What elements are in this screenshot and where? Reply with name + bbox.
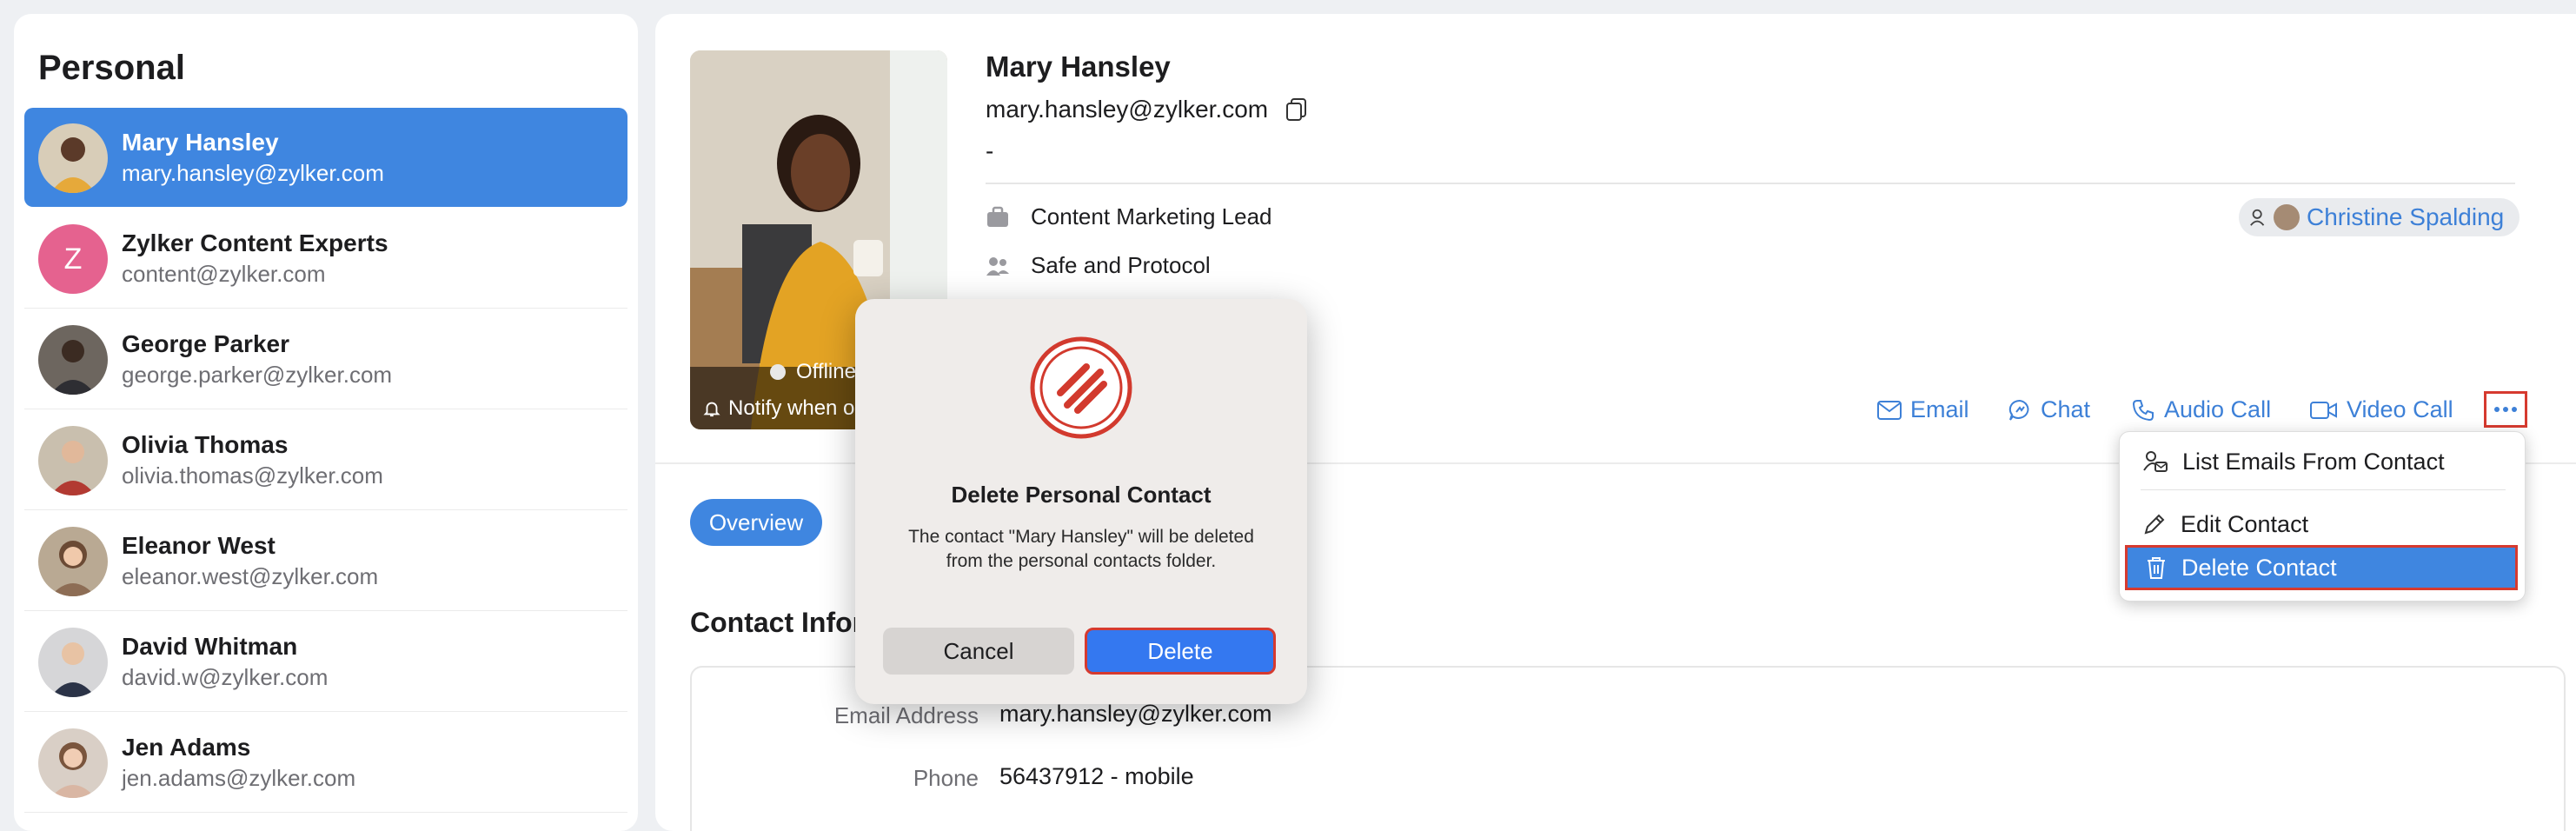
contact-phone-placeholder: - — [986, 137, 994, 164]
contact-name: Mary Hansley — [122, 129, 279, 156]
department-row: Safe and Protocol — [986, 252, 1211, 279]
dialog-message: The contact "Mary Hansley" will be delet… — [908, 527, 1254, 571]
chat-bubble-icon — [2008, 399, 2029, 421]
contact-name: Eleanor West — [122, 532, 276, 559]
presence-status: Offline — [770, 360, 856, 384]
contact-name-heading: Mary Hansley — [986, 50, 1171, 83]
tab-overview[interactable]: Overview — [690, 499, 822, 546]
contact-name: Olivia Thomas — [122, 431, 289, 458]
menu-item-edit-contact[interactable]: Edit Contact — [2125, 502, 2518, 547]
contact-item-eleanor-west[interactable]: Eleanor West eleanor.west@zylker.com — [24, 511, 627, 611]
more-icon — [2494, 407, 2517, 412]
avatar — [38, 325, 108, 395]
folder-title: Personal — [38, 49, 185, 87]
contact-email: george.parker@zylker.com — [122, 362, 393, 388]
delete-button[interactable]: Delete — [1085, 628, 1276, 675]
contact-item-olivia-thomas[interactable]: Olivia Thomas olivia.thomas@zylker.com — [24, 410, 627, 510]
contact-email: mary.hansley@zylker.com — [986, 96, 1269, 123]
divider — [986, 183, 2515, 184]
contact-item-david-whitman[interactable]: David Whitman david.w@zylker.com — [24, 612, 627, 712]
delete-confirmation-dialog: Delete Personal Contact The contact "Mar… — [855, 299, 1307, 704]
contact-email-line: mary.hansley@zylker.com — [986, 96, 1308, 123]
trash-icon — [2148, 557, 2165, 579]
field-value: mary.hansley@zylker.com — [999, 701, 1272, 727]
delete-warning-icon — [1030, 336, 1132, 439]
field-label: Phone — [913, 765, 979, 791]
briefcase-icon — [987, 206, 1008, 227]
audio-call-button[interactable]: Audio Call — [2131, 396, 2271, 423]
avatar — [38, 527, 108, 596]
field-value: 56437912 - mobile — [999, 763, 1194, 789]
menu-item-delete-contact[interactable]: Delete Contact — [2125, 545, 2518, 590]
job-title-row: Content Marketing Lead — [986, 203, 1272, 230]
video-camera-icon — [2310, 401, 2337, 419]
more-options-menu: List Emails From Contact Edit Contact De… — [2119, 431, 2526, 602]
video-call-button[interactable]: Video Call — [2310, 396, 2453, 423]
dialog-title: Delete Personal Contact — [951, 482, 1212, 508]
avatar — [38, 123, 108, 193]
contact-email: mary.hansley@zylker.com — [122, 160, 384, 186]
owner-name: Christine Spalding — [2307, 203, 2505, 230]
more-options-button[interactable] — [2484, 391, 2527, 428]
menu-divider — [2141, 489, 2506, 490]
copy-icon[interactable] — [1285, 97, 1308, 122]
contact-email: eleanor.west@zylker.com — [122, 563, 379, 589]
pencil-icon — [2144, 514, 2165, 535]
email-action-button[interactable]: Email — [1877, 396, 1969, 423]
status-dot-icon — [770, 364, 786, 380]
bell-icon — [703, 402, 720, 417]
contact-item-george-parker[interactable]: George Parker george.parker@zylker.com — [24, 309, 627, 409]
envelope-icon — [1877, 400, 1902, 420]
contact-name: George Parker — [122, 330, 289, 357]
field-label: Email Address — [833, 702, 979, 728]
contact-item-mary-hansley[interactable]: Mary Hansley mary.hansley@zylker.com — [24, 108, 627, 207]
person-icon — [2250, 209, 2265, 226]
contact-name: David Whitman — [122, 633, 298, 660]
menu-item-list-emails[interactable]: List Emails From Contact — [2125, 439, 2518, 484]
owner-avatar — [2274, 204, 2300, 230]
contact-name: Zylker Content Experts — [122, 229, 388, 256]
contact-list-panel: Personal Mary Hansley mary.hansley@zylke… — [14, 14, 638, 831]
avatar — [38, 628, 108, 697]
chat-action-button[interactable]: Chat — [2008, 396, 2090, 423]
phone-icon — [2132, 399, 2154, 421]
contact-email: content@zylker.com — [122, 261, 326, 287]
cancel-button[interactable]: Cancel — [883, 628, 1074, 675]
contact-item-jen-adams[interactable]: Jen Adams jen.adams@zylker.com — [24, 713, 627, 813]
avatar — [38, 728, 108, 798]
contact-item-zylker-content-experts[interactable]: Z Zylker Content Experts content@zylker.… — [24, 209, 627, 309]
contact-email: olivia.thomas@zylker.com — [122, 462, 383, 489]
avatar: Z — [38, 224, 108, 294]
contact-email: jen.adams@zylker.com — [122, 765, 356, 791]
department: Safe and Protocol — [1031, 252, 1211, 278]
avatar — [38, 426, 108, 495]
people-icon — [986, 256, 1009, 276]
contact-email: david.w@zylker.com — [122, 664, 329, 690]
contact-name: Jen Adams — [122, 734, 251, 761]
contact-owner-chip[interactable]: Christine Spalding — [2239, 198, 2520, 236]
job-title: Content Marketing Lead — [1031, 203, 1272, 229]
contact-mail-icon — [2143, 451, 2168, 472]
